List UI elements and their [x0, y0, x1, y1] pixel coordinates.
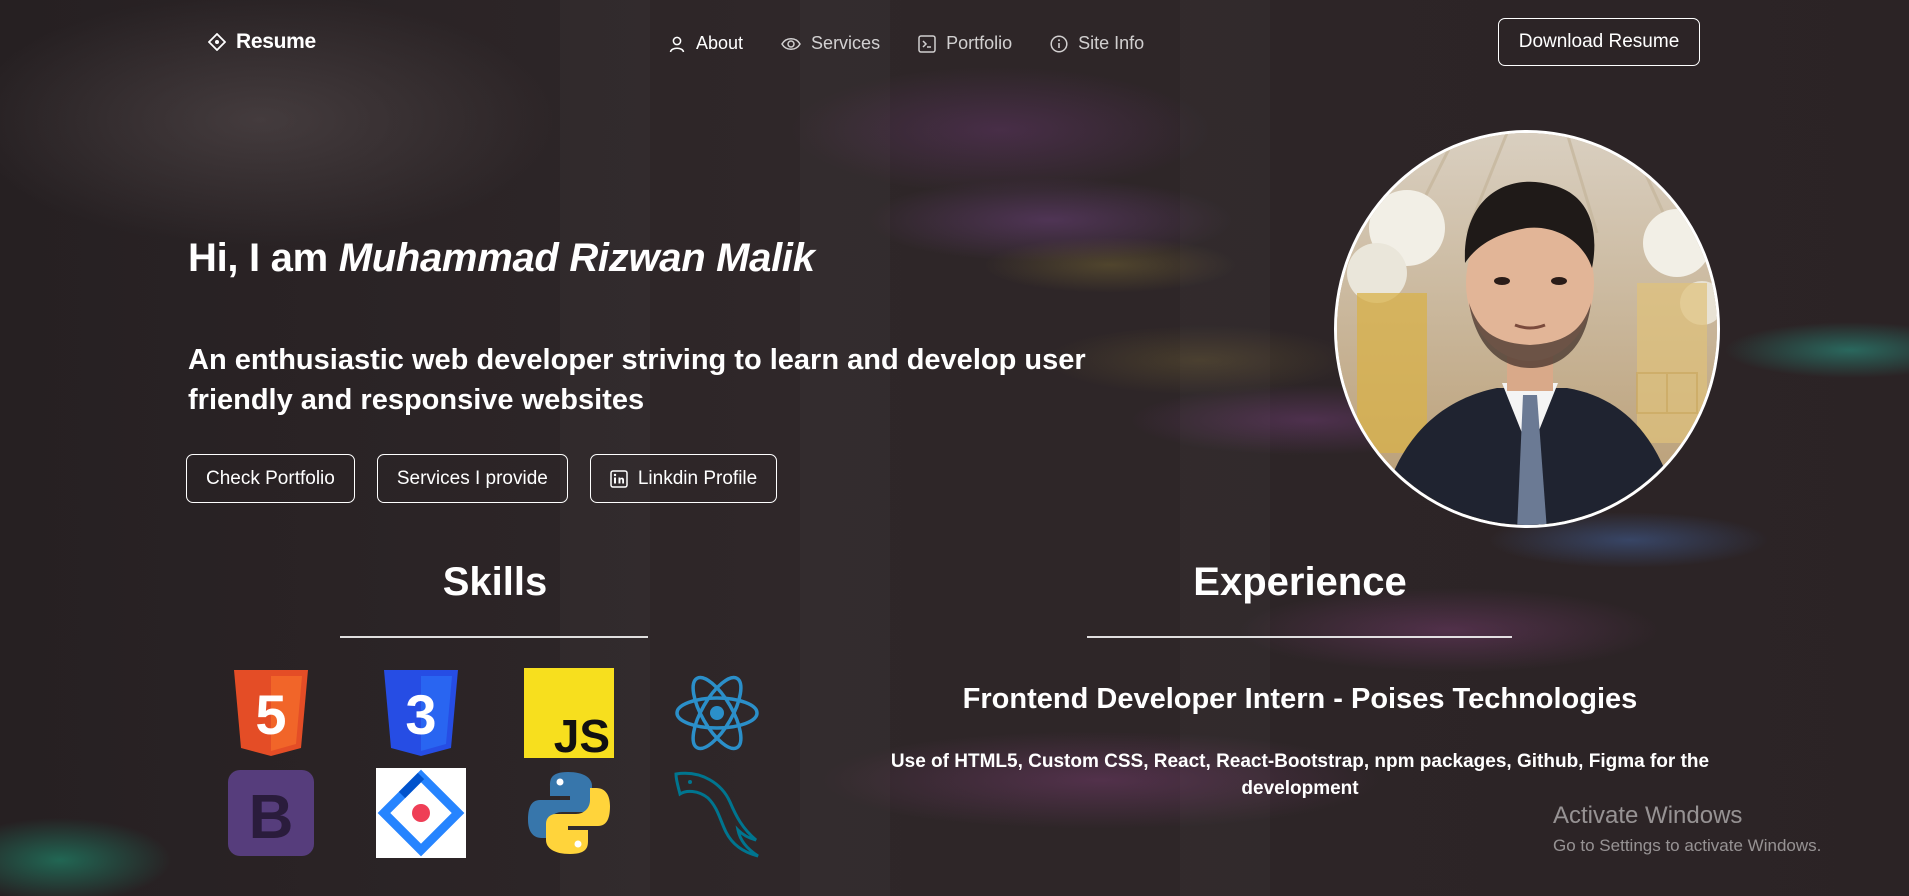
terminal-icon: [918, 34, 936, 53]
navbar: Resume About Services Portfolio Site Inf…: [0, 0, 1909, 88]
jira-icon: [376, 768, 466, 858]
button-label: Services I provide: [396, 467, 548, 489]
javascript-icon: JS: [524, 668, 614, 758]
css3-number: 3: [405, 683, 436, 746]
css3-icon: 3: [384, 670, 458, 756]
linkedin-icon: [610, 469, 628, 488]
js-text: JS: [554, 710, 610, 758]
html5-icon: 5: [234, 670, 308, 756]
experience-title: Experience: [1193, 560, 1407, 604]
linkedin-profile-button[interactable]: Linkdin Profile: [589, 454, 778, 503]
nav-link-site-info[interactable]: Site Info: [1050, 33, 1144, 54]
check-portfolio-button[interactable]: Check Portfolio: [186, 454, 355, 503]
nav-link-label: Site Info: [1078, 33, 1145, 53]
watermark-title: Activate Windows: [1553, 802, 1743, 829]
bootstrap-icon: B: [228, 770, 314, 856]
hero-name: Muhammad Rizwan Malik: [338, 236, 815, 280]
hero-title: Hi, I am Muhammad Rizwan Malik: [188, 236, 815, 281]
person-icon: [669, 36, 685, 52]
button-label: Check Portfolio: [206, 467, 335, 489]
info-icon: [1050, 34, 1068, 53]
hero-buttons: Check Portfolio Services I provide Linkd…: [186, 454, 778, 503]
profile-photo: [1334, 130, 1720, 528]
nav-link-label: Portfolio: [946, 33, 1013, 53]
button-label: Linkdin Profile: [637, 467, 758, 489]
mysql-icon: [674, 771, 759, 858]
download-resume-button[interactable]: Download Resume: [1498, 18, 1700, 66]
react-icon: [675, 675, 759, 751]
profile-photo-illustration: [1337, 133, 1717, 525]
nav-link-label: About: [696, 33, 744, 53]
skills-divider: [340, 636, 648, 638]
activate-windows-watermark: Activate Windows Go to Settings to activ…: [1553, 802, 1821, 856]
nav-link-services[interactable]: Services: [781, 33, 880, 54]
experience-role: Frontend Developer Intern - Poises Techn…: [962, 683, 1638, 715]
nav-links: About Services Portfolio Site Info: [668, 33, 1144, 54]
nav-link-label: Services: [811, 33, 881, 53]
eye-icon: [781, 37, 801, 50]
services-button[interactable]: Services I provide: [376, 454, 568, 503]
nav-link-portfolio[interactable]: Portfolio: [918, 33, 1012, 54]
bootstrap-letter: B: [249, 783, 294, 852]
experience-divider: [1087, 636, 1512, 638]
diamond-logo-icon: [208, 33, 226, 51]
brand[interactable]: Resume: [208, 30, 316, 54]
nav-link-about[interactable]: About: [668, 33, 743, 54]
greeting-text: Hi, I am: [188, 236, 339, 280]
html5-number: 5: [255, 683, 286, 746]
experience-description: Use of HTML5, Custom CSS, React, React-B…: [890, 751, 1710, 799]
brand-name: Resume: [236, 30, 316, 53]
hero-tagline: An enthusiastic web developer striving t…: [188, 344, 1086, 416]
python-icon: [528, 772, 610, 854]
watermark-subtitle: Go to Settings to activate Windows.: [1553, 836, 1822, 855]
skills-title: Skills: [442, 560, 548, 604]
